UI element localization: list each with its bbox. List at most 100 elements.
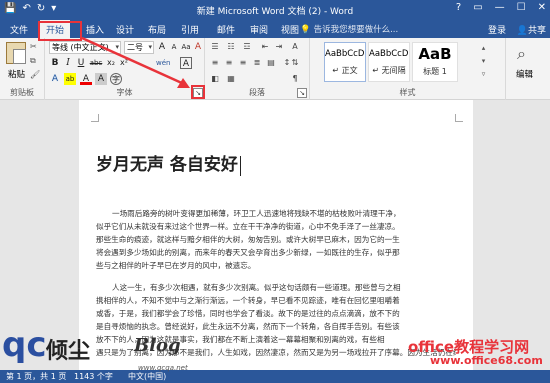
text-line: 或香，于是，我们都学会了珍惜，同时也学会了看淡。故下的是过往的点点滴滴，放不下的 bbox=[96, 309, 400, 318]
grow-font-button[interactable]: A bbox=[156, 41, 168, 53]
tab-layout[interactable]: 布局 bbox=[148, 23, 166, 36]
tab-design[interactable]: 设计 bbox=[116, 23, 134, 36]
scroll-down-icon[interactable]: ▾ bbox=[479, 55, 488, 68]
superscript-button[interactable]: x² bbox=[118, 57, 130, 69]
justify-icon[interactable]: ≣ bbox=[251, 57, 263, 69]
chinese-layout-icon[interactable]: A bbox=[289, 41, 301, 53]
font-group-label: 字体 bbox=[116, 88, 133, 97]
increase-indent-icon[interactable]: ⇥ bbox=[273, 41, 285, 53]
document-page[interactable]: 岁月无声 各自安好 一场雨后路旁的树叶变得更加稀薄，环卫工人迅速地将残缺不堪的枯… bbox=[79, 100, 473, 370]
cut-icon[interactable]: ✂ bbox=[30, 42, 37, 51]
word-count[interactable]: 1143 个字 bbox=[74, 371, 113, 382]
clipboard-group: 粘贴 ✂ ⧉ 🖌 剪贴板 bbox=[0, 38, 45, 100]
bullets-icon[interactable]: ☰ bbox=[209, 41, 221, 53]
styles-group-label: 样式 bbox=[399, 88, 416, 97]
site-watermark-url: www.office68.com bbox=[430, 354, 543, 367]
share-button[interactable]: 👤共享 bbox=[517, 23, 546, 36]
text-line: 是自寻烦恼的执念。曾经说好，此生永远不分离，然而下一个转角，各自挥手告别。有些该 bbox=[96, 322, 400, 331]
signin-link[interactable]: 登录 bbox=[488, 23, 506, 36]
document-title[interactable]: 岁月无声 各自安好 bbox=[96, 150, 241, 176]
subscript-button[interactable]: x₂ bbox=[105, 57, 117, 69]
chevron-down-icon: ▾ bbox=[115, 43, 119, 51]
shrink-font-button[interactable]: A bbox=[168, 41, 180, 53]
text-line: 人这一生，有多少次相遇，就有多少次别离。似乎这句话颇有一些道理。那些曾与之相 bbox=[112, 283, 401, 292]
align-right-icon[interactable]: ≡ bbox=[237, 57, 249, 69]
language[interactable]: 中文(中国) bbox=[128, 371, 166, 382]
margin-corner bbox=[455, 114, 463, 122]
paste-icon[interactable] bbox=[6, 42, 26, 64]
scroll-up-icon[interactable]: ▴ bbox=[479, 42, 488, 55]
chevron-down-icon: ▾ bbox=[148, 43, 152, 51]
copy-icon[interactable]: ⧉ bbox=[30, 56, 36, 66]
font-size-combo[interactable]: 二号 ▾ bbox=[124, 41, 154, 54]
tab-review[interactable]: 审阅 bbox=[250, 23, 268, 36]
font-color-button[interactable]: A bbox=[80, 73, 92, 85]
font-group: 等线 (中文正文) ▾ 二号 ▾ A A Aa A B I U abc x₂ x… bbox=[45, 38, 205, 100]
font-name-combo[interactable]: 等线 (中文正文) ▾ bbox=[49, 41, 121, 54]
page-count[interactable]: 第 1 页，共 1 页 bbox=[6, 371, 66, 382]
help-icon[interactable]: ? bbox=[456, 2, 461, 13]
align-center-icon[interactable]: ≡ bbox=[223, 57, 235, 69]
paragraph-group-label: 段落 bbox=[249, 88, 265, 97]
tab-file[interactable]: 文件 bbox=[10, 23, 28, 36]
tab-mailings[interactable]: 邮件 bbox=[217, 23, 235, 36]
multilevel-list-icon[interactable]: ☲ bbox=[241, 41, 253, 53]
borders-icon[interactable]: ▦ bbox=[225, 73, 237, 85]
text-effects-button[interactable]: A bbox=[49, 73, 61, 85]
close-icon[interactable]: ✕ bbox=[538, 2, 546, 13]
document-area: 岁月无声 各自安好 一场雨后路旁的树叶变得更加稀薄，环卫工人迅速地将残缺不堪的枯… bbox=[0, 100, 550, 370]
decrease-indent-icon[interactable]: ⇤ bbox=[259, 41, 271, 53]
minimize-icon[interactable]: — bbox=[495, 2, 505, 13]
phonetic-guide-button[interactable]: wén bbox=[156, 57, 170, 69]
underline-button[interactable]: U bbox=[75, 57, 87, 69]
style-preview: AaBbCcDı bbox=[369, 49, 409, 59]
styles-group: AaBbCcDı ↵ 正文 AaBbCcDı ↵ 无间隔 AaB 标题 1 样式 bbox=[310, 38, 506, 100]
strikethrough-button[interactable]: abc bbox=[88, 57, 104, 69]
styles-gallery-scroll[interactable]: ▴ ▾ ▿ bbox=[479, 42, 488, 82]
character-shading-button[interactable]: A bbox=[95, 73, 107, 85]
ribbon-tab-bar: 文件 开始 插入 设计 布局 引用 邮件 审阅 视图 💡 告诉我您想要做什么...… bbox=[0, 20, 550, 38]
editing-label[interactable]: 编辑 bbox=[516, 68, 533, 80]
italic-button[interactable]: I bbox=[62, 57, 74, 69]
numbering-icon[interactable]: ☷ bbox=[225, 41, 237, 53]
bold-button[interactable]: B bbox=[49, 57, 61, 69]
text-cursor bbox=[239, 155, 241, 176]
share-label: 共享 bbox=[527, 26, 546, 36]
format-painter-icon[interactable]: 🖌 bbox=[30, 70, 40, 79]
paragraph-1[interactable]: 一场雨后路旁的树叶变得更加稀薄，环卫工人迅速地将残缺不堪的枯枝败叶清理干净， 似… bbox=[96, 207, 456, 272]
change-case-button[interactable]: Aa bbox=[180, 41, 192, 53]
sort-icon[interactable]: ⇅ bbox=[289, 57, 301, 69]
highlight-button[interactable]: ab bbox=[64, 73, 76, 85]
watermark-blog: Blog bbox=[134, 335, 181, 356]
align-left-icon[interactable]: ≡ bbox=[209, 57, 221, 69]
text-line: 那些生命的痕迹，就这样与黯夕相伴的大树，匆匆告别。或许大树早已麻木，因为它的一生 bbox=[96, 235, 400, 244]
lightbulb-icon: 💡 bbox=[300, 25, 311, 35]
style-normal[interactable]: AaBbCcDı ↵ 正文 bbox=[324, 42, 366, 82]
style-no-spacing[interactable]: AaBbCcDı ↵ 无间隔 bbox=[368, 42, 410, 82]
clear-formatting-button[interactable]: A bbox=[192, 41, 204, 53]
style-name: ↵ 正文 bbox=[332, 66, 358, 75]
maximize-icon[interactable]: ☐ bbox=[517, 2, 526, 13]
style-heading-1[interactable]: AaB 标题 1 bbox=[412, 42, 458, 82]
text-line: 将会遇到多少场如此的别离，而来年的春天又会孕育出多少新绿，一如既往的生存，似乎那 bbox=[96, 248, 400, 257]
show-marks-icon[interactable]: ¶ bbox=[289, 73, 301, 85]
shading-icon[interactable]: ◧ bbox=[209, 73, 221, 85]
tell-me-box[interactable]: 💡 告诉我您想要做什么... bbox=[300, 23, 398, 35]
enclose-characters-button[interactable]: 字 bbox=[110, 73, 122, 85]
tab-view[interactable]: 视图 bbox=[281, 23, 299, 36]
tab-insert[interactable]: 插入 bbox=[86, 23, 104, 36]
status-bar: 第 1 页，共 1 页 1143 个字 中文(中国) bbox=[0, 370, 550, 383]
paragraph-dialog-launcher-icon[interactable]: ↘ bbox=[297, 88, 307, 98]
character-border-button[interactable]: A bbox=[180, 57, 192, 69]
tell-me-text: 告诉我您想要做什么... bbox=[313, 25, 399, 35]
home-tab-highlight bbox=[38, 21, 82, 41]
margin-corner bbox=[91, 114, 99, 122]
search-icon[interactable]: ⌕ bbox=[517, 44, 526, 64]
distributed-icon[interactable]: ▤ bbox=[265, 57, 277, 69]
text-line: 些与之相伴的叶子早已在岁月的风中，被遗忘。 bbox=[96, 261, 256, 270]
paste-label[interactable]: 粘贴 bbox=[8, 68, 25, 80]
document-title-text: 岁月无声 各自安好 bbox=[96, 155, 238, 175]
tab-references[interactable]: 引用 bbox=[181, 23, 199, 36]
more-icon[interactable]: ▿ bbox=[479, 68, 488, 81]
ribbon-display-icon[interactable]: ▭ bbox=[473, 2, 482, 13]
